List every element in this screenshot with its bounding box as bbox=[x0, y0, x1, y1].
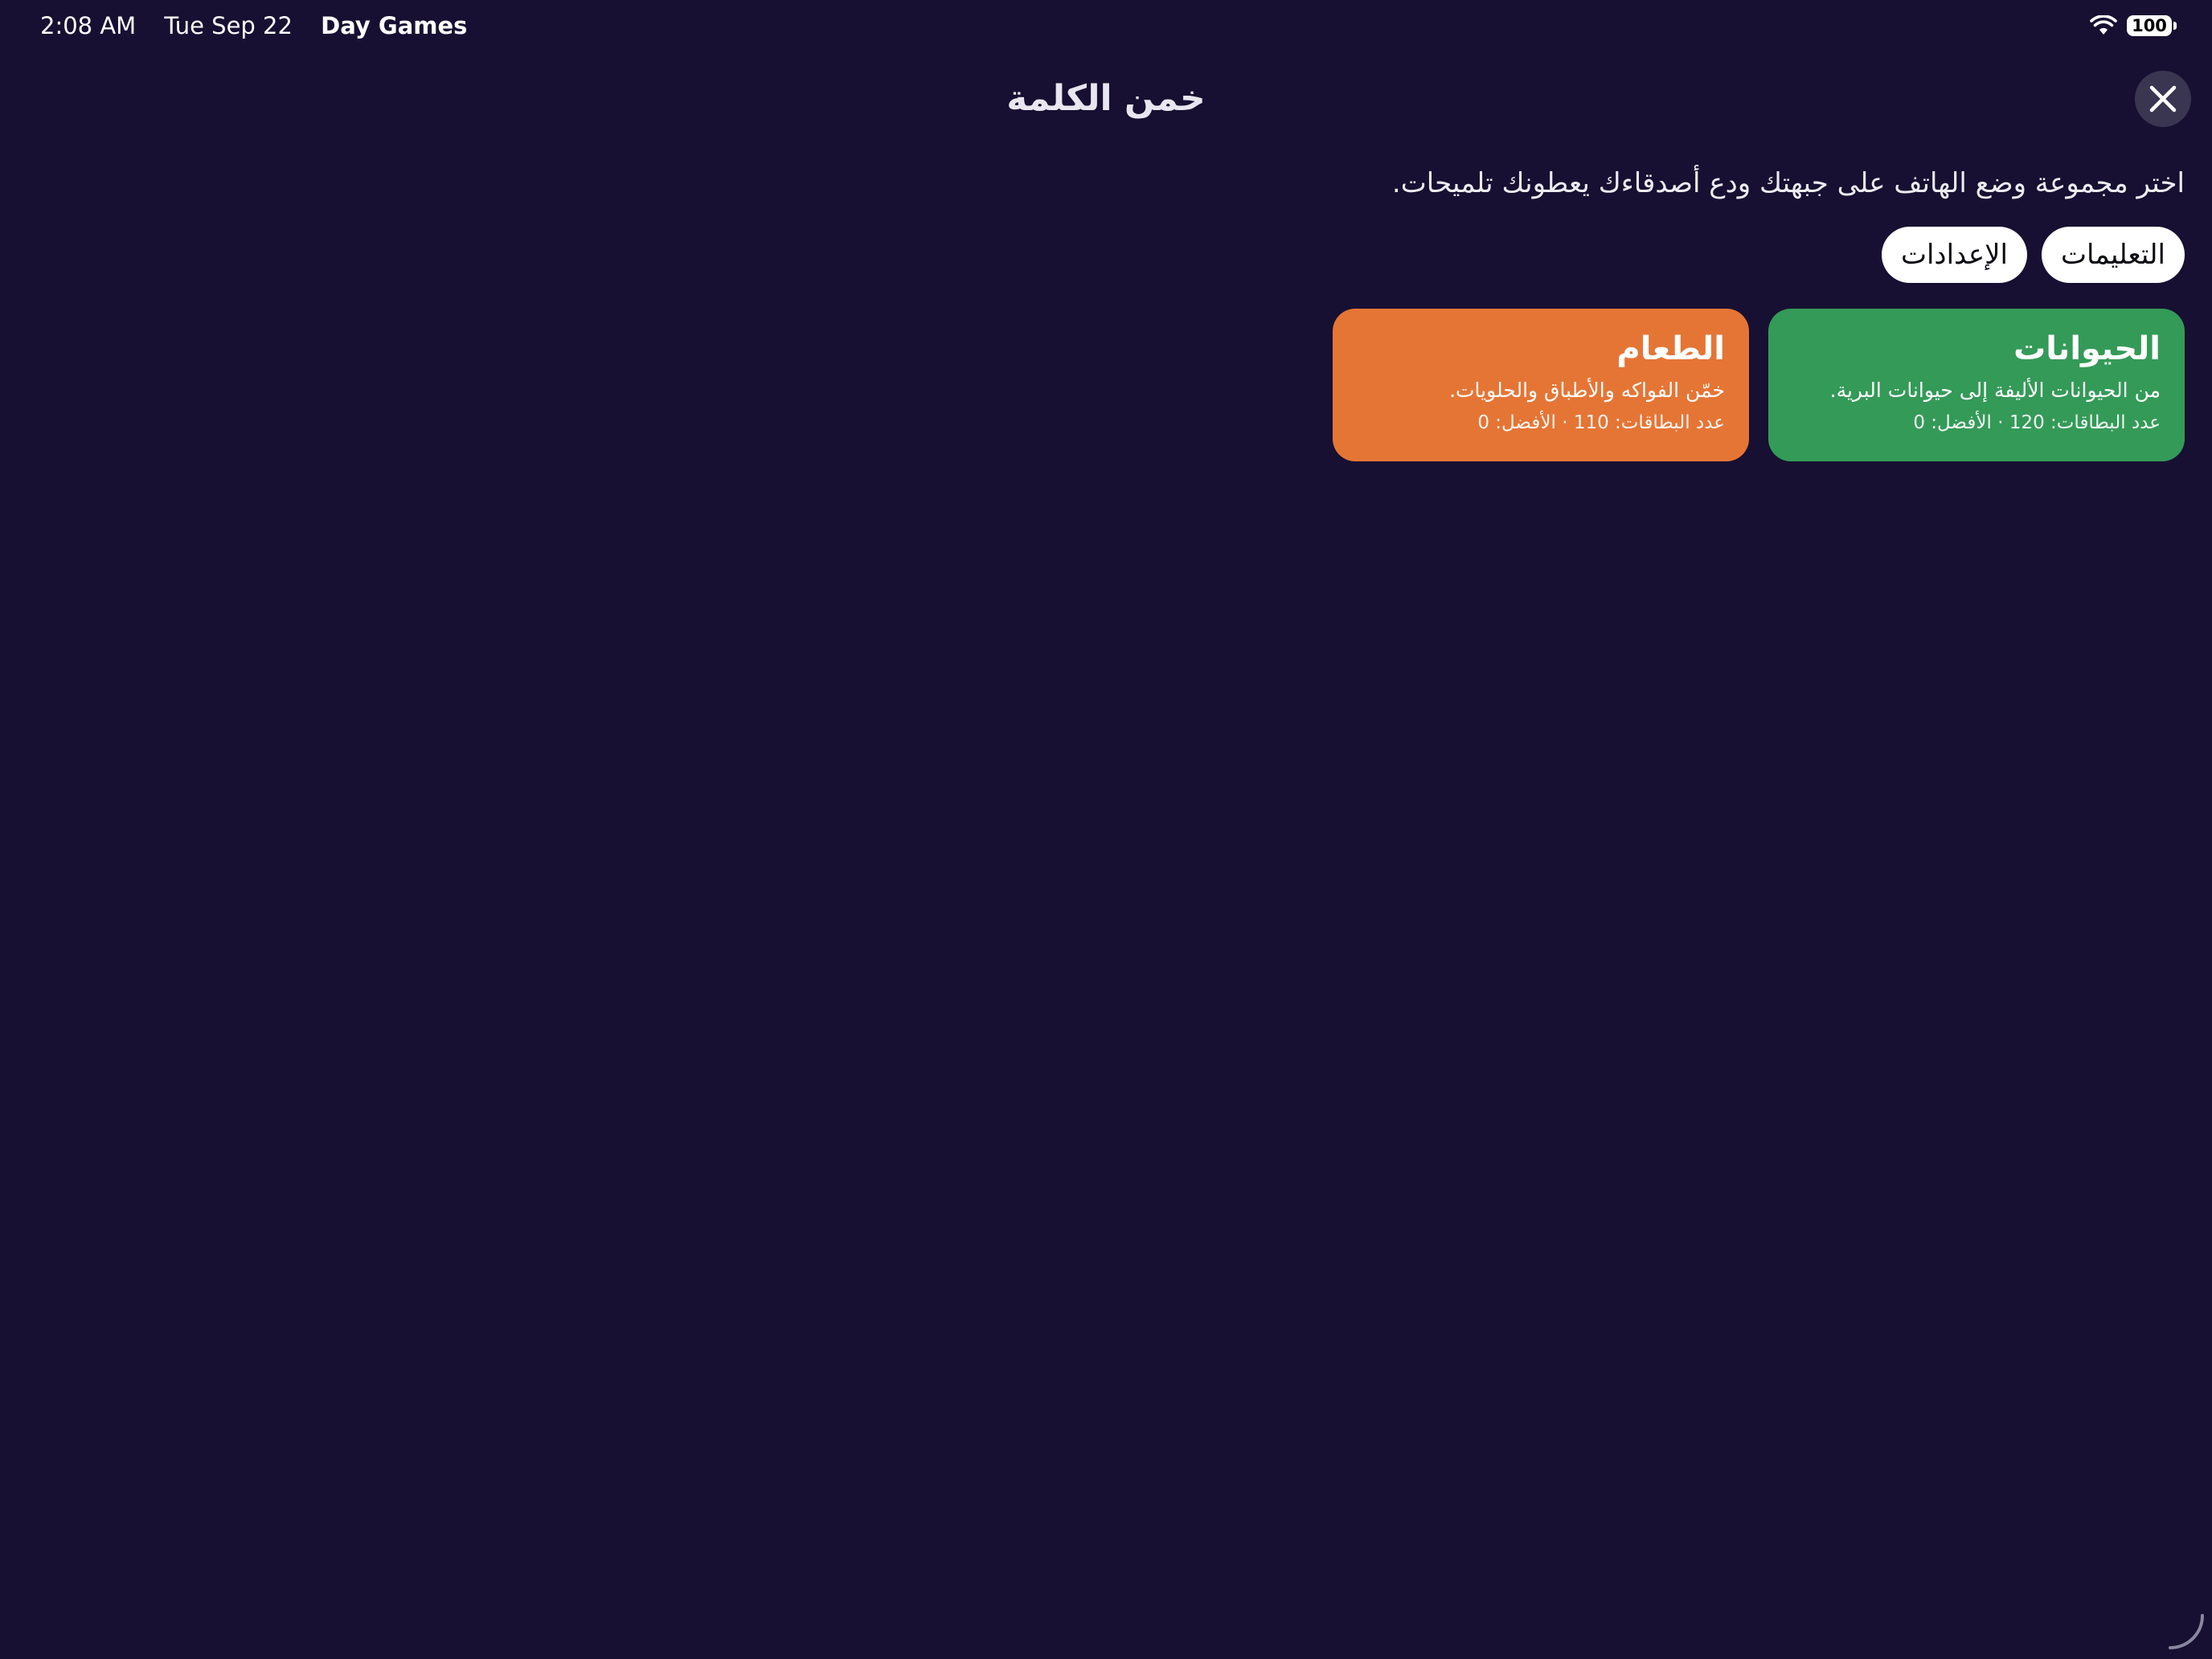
status-app-name[interactable]: Day Games bbox=[321, 12, 467, 39]
page-title: خمن الكلمة bbox=[1006, 78, 1206, 119]
status-date: Tue Sep 22 bbox=[164, 12, 293, 39]
category-list: الحيوانات من الحيوانات الأليفة إلى حيوان… bbox=[1333, 309, 2185, 461]
battery-icon: 100 bbox=[2127, 15, 2177, 36]
status-bar: 2:08 AM Tue Sep 22 Day Games 100 bbox=[0, 0, 2212, 51]
category-meta: عدد البطاقات: 110 · الأفضل: 0 bbox=[1477, 412, 1725, 433]
category-title: الطعام bbox=[1616, 330, 1725, 367]
status-time: 2:08 AM bbox=[40, 12, 137, 39]
intro-text: اختر مجموعة وضع الهاتف على جبهتك ودع أصد… bbox=[1391, 167, 2185, 199]
category-card-food[interactable]: الطعام خمّن الفواكه والأطباق والحلويات. … bbox=[1333, 309, 1749, 461]
close-button[interactable] bbox=[2135, 71, 2191, 127]
screen: 2:08 AM Tue Sep 22 Day Games 100 خمن الك… bbox=[0, 0, 2212, 1659]
category-description: من الحيوانات الأليفة إلى حيوانات البرية. bbox=[1829, 379, 2161, 402]
settings-button[interactable]: الإعدادات bbox=[1881, 227, 2027, 283]
close-icon bbox=[2149, 85, 2177, 113]
category-title: الحيوانات bbox=[2013, 330, 2161, 367]
instructions-button[interactable]: التعليمات bbox=[2041, 227, 2185, 283]
action-buttons: التعليمات الإعدادات bbox=[1881, 227, 2185, 283]
wifi-icon bbox=[2090, 15, 2117, 35]
resize-corner-icon[interactable] bbox=[2165, 1612, 2206, 1653]
status-right: 100 bbox=[2090, 11, 2177, 40]
category-card-animals[interactable]: الحيوانات من الحيوانات الأليفة إلى حيوان… bbox=[1768, 309, 2185, 461]
status-left: 2:08 AM Tue Sep 22 Day Games bbox=[40, 11, 488, 40]
category-description: خمّن الفواكه والأطباق والحلويات. bbox=[1449, 379, 1725, 402]
battery-level: 100 bbox=[2132, 16, 2167, 35]
category-meta: عدد البطاقات: 120 · الأفضل: 0 bbox=[1913, 412, 2161, 433]
